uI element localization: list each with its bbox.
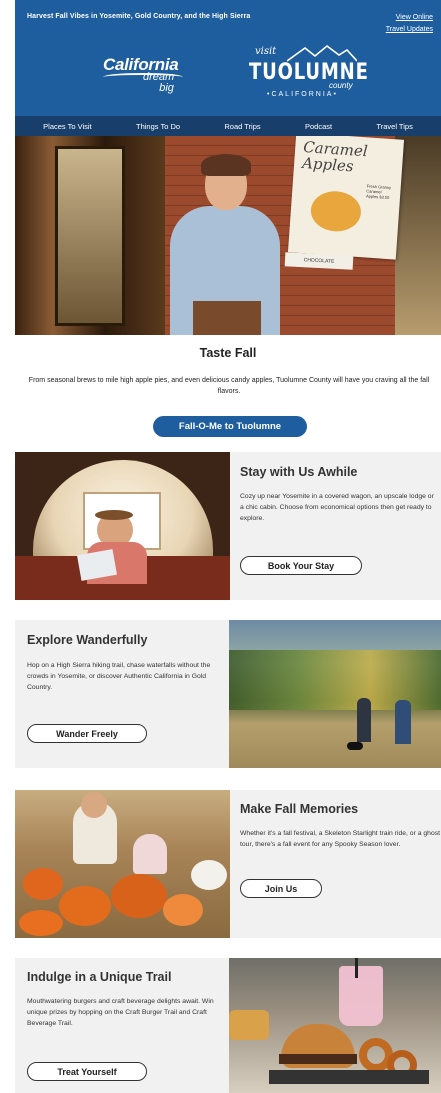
logo-word-visit: visit xyxy=(255,46,277,57)
pumpkin xyxy=(111,874,167,918)
mother-face xyxy=(81,792,107,818)
email-header: Harvest Fall Vibes in Yosemite, Gold Cou… xyxy=(15,0,441,116)
sign-title: Caramel Apples xyxy=(301,137,369,176)
intro-title: Taste Fall xyxy=(199,346,257,360)
logo-word-big: big xyxy=(159,82,174,94)
pumpkin xyxy=(23,868,63,900)
hero-window xyxy=(55,146,125,326)
join-us-button[interactable]: Join Us xyxy=(240,879,322,898)
header-links: View Online Travel Updates xyxy=(386,12,433,36)
pumpkin xyxy=(163,894,203,926)
reader-hat xyxy=(95,510,133,520)
california-logo-sub: dream big xyxy=(143,72,174,94)
sign-details: Fresh Granny Caramel Apples $3.50 xyxy=(365,183,392,201)
hero-person-apron xyxy=(193,301,261,335)
burger-photo[interactable] xyxy=(229,958,441,1093)
pumpkin xyxy=(59,886,111,926)
nav-travel-tips[interactable]: Travel Tips xyxy=(376,122,412,131)
apple-drawing xyxy=(309,189,363,234)
child-figure xyxy=(133,834,167,874)
trail-block: Indulge in a Unique Trail Mouthwatering … xyxy=(15,958,441,1093)
straw xyxy=(355,958,358,978)
pumpkin xyxy=(19,910,63,936)
block-title: Stay with Us Awhile xyxy=(240,465,358,479)
burger-patty xyxy=(279,1054,357,1064)
book-your-stay-button[interactable]: Book Your Stay xyxy=(240,556,362,575)
nav-things-to-do[interactable]: Things To Do xyxy=(136,122,180,131)
pink-drink xyxy=(339,966,383,1026)
email-page: Harvest Fall Vibes in Yosemite, Gold Cou… xyxy=(0,0,441,1093)
hero-person-hair xyxy=(201,154,251,176)
hiker-two xyxy=(395,700,411,744)
block-title: Make Fall Memories xyxy=(240,802,359,816)
explore-block: Explore Wanderfully Hop on a High Sierra… xyxy=(15,620,441,768)
wander-freely-button[interactable]: Wander Freely xyxy=(27,724,147,743)
hero-image[interactable]: Caramel Apples Fresh Granny Caramel Appl… xyxy=(15,136,441,335)
covered-wagon-photo[interactable] xyxy=(15,452,230,600)
block-title: Explore Wanderfully xyxy=(27,633,148,647)
nav-places-to-visit[interactable]: Places To Visit xyxy=(43,122,92,131)
travel-updates-link[interactable]: Travel Updates xyxy=(386,24,433,36)
white-pumpkin xyxy=(191,860,227,890)
block-title: Indulge in a Unique Trail xyxy=(27,970,172,984)
dog xyxy=(347,742,363,750)
view-online-link[interactable]: View Online xyxy=(386,12,433,24)
hiker-one xyxy=(357,698,371,742)
logo-word-county: county xyxy=(329,81,353,90)
meadow-hikers-photo[interactable] xyxy=(229,620,441,768)
visit-tuolumne-logo[interactable]: visit TUOLUMNE county •CALIFORNIA• xyxy=(245,44,368,104)
california-dream-big-logo[interactable]: California dream big xyxy=(103,55,213,97)
fall-o-me-button[interactable]: Fall-O-Me to Tuolumne xyxy=(153,416,307,437)
memories-block: Make Fall Memories Whether it's a fall f… xyxy=(15,790,441,938)
treat-yourself-button[interactable]: Treat Yourself xyxy=(27,1062,147,1081)
preheader-text: Harvest Fall Vibes in Yosemite, Gold Cou… xyxy=(27,13,251,20)
block-text: Whether it's a fall festival, a Skeleton… xyxy=(240,830,441,848)
stay-block: Stay with Us Awhile Cozy up near Yosemit… xyxy=(15,452,441,600)
nav-podcast[interactable]: Podcast xyxy=(305,122,332,131)
nav-road-trips[interactable]: Road Trips xyxy=(224,122,260,131)
block-text: Cozy up near Yosemite in a covered wagon… xyxy=(240,493,434,522)
pumpkin-patch-photo[interactable] xyxy=(15,790,230,938)
caramel-apples-sign: Caramel Apples Fresh Granny Caramel Appl… xyxy=(287,136,405,260)
intro-text: From seasonal brews to mile high apple p… xyxy=(28,377,430,395)
block-text: Mouthwatering burgers and craft beverage… xyxy=(27,998,214,1027)
main-nav: Places To Visit Things To Do Road Trips … xyxy=(15,116,441,136)
block-text: Hop on a High Sierra hiking trail, chase… xyxy=(27,662,211,691)
serving-tray xyxy=(269,1070,429,1084)
logo-word-california: •CALIFORNIA• xyxy=(267,91,338,98)
fries xyxy=(229,1010,269,1040)
